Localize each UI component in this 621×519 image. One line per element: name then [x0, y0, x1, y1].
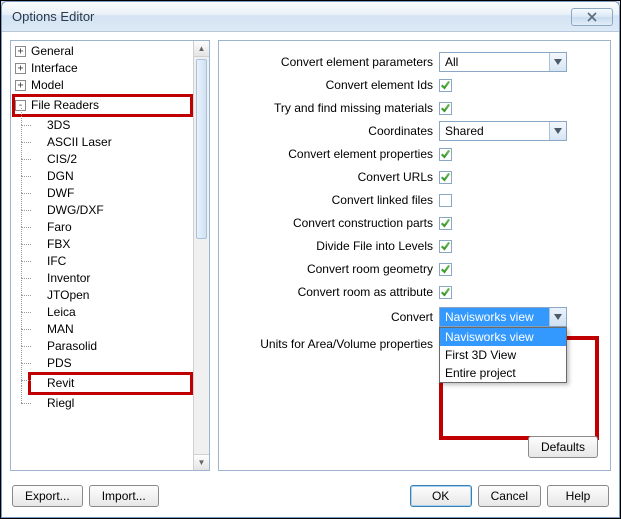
options-panel: Convert element parameters All Convert e… [218, 40, 611, 471]
defaults-button[interactable]: Defaults [528, 436, 598, 458]
tree-item-cis2[interactable]: CIS/2 [31, 151, 193, 168]
window-title: Options Editor [12, 9, 571, 24]
label-convert-ids: Convert element Ids [231, 78, 439, 92]
convert-option-navisworks[interactable]: Navisworks view [440, 328, 566, 346]
tree-item-inventor[interactable]: Inventor [31, 270, 193, 287]
label-convert-params: Convert element parameters [231, 55, 439, 69]
checkbox-find-missing[interactable] [439, 102, 452, 115]
expand-icon[interactable]: + [15, 80, 26, 91]
help-button[interactable]: Help [547, 485, 609, 507]
label-find-missing: Try and find missing materials [231, 101, 439, 115]
import-button[interactable]: Import... [89, 485, 159, 507]
tree-item-pds[interactable]: PDS [31, 355, 193, 372]
tree-item-parasolid[interactable]: Parasolid [31, 338, 193, 355]
tree-item-dwg-dxf[interactable]: DWG/DXF [31, 202, 193, 219]
tree-item-ifc[interactable]: IFC [31, 253, 193, 270]
tree-item-jtopen[interactable]: JTOpen [31, 287, 193, 304]
select-coordinates[interactable]: Shared [439, 121, 567, 141]
tree-item-general[interactable]: +General [15, 43, 193, 60]
label-room-geom: Convert room geometry [231, 262, 439, 276]
close-icon [587, 12, 597, 22]
scroll-thumb[interactable] [196, 59, 207, 239]
label-convert-urls: Convert URLs [231, 170, 439, 184]
expand-icon[interactable]: + [15, 63, 26, 74]
close-button[interactable] [571, 8, 613, 26]
tree-vscrollbar[interactable]: ▲ ▼ [193, 41, 209, 470]
checkbox-convert-urls[interactable] [439, 171, 452, 184]
tree-item-riegl[interactable]: Riegl [31, 395, 193, 412]
tree-item-faro[interactable]: Faro [31, 219, 193, 236]
footer: Export... Import... OK Cancel Help [2, 479, 619, 517]
chevron-down-icon [549, 308, 566, 326]
tree-panel: +General +Interface +Model -File Readers… [10, 40, 210, 471]
cancel-button[interactable]: Cancel [478, 485, 541, 507]
export-button[interactable]: Export... [12, 485, 83, 507]
convert-dropdown-list[interactable]: Navisworks view First 3D View Entire pro… [439, 327, 567, 383]
tree-item-model[interactable]: +Model [15, 77, 193, 94]
tree[interactable]: +General +Interface +Model -File Readers… [11, 41, 193, 470]
chevron-down-icon [549, 53, 566, 71]
tree-item-fbx[interactable]: FBX [31, 236, 193, 253]
content-area: +General +Interface +Model -File Readers… [2, 32, 619, 479]
tree-item-dgn[interactable]: DGN [31, 168, 193, 185]
titlebar[interactable]: Options Editor [2, 2, 619, 32]
tree-item-man[interactable]: MAN [31, 321, 193, 338]
convert-option-first-3d[interactable]: First 3D View [440, 346, 566, 364]
label-coordinates: Coordinates [231, 124, 439, 138]
tree-item-3ds[interactable]: 3DS [31, 117, 193, 134]
tree-item-ascii-laser[interactable]: ASCII Laser [31, 134, 193, 151]
convert-option-entire-project[interactable]: Entire project [440, 364, 566, 382]
options-editor-window: Options Editor +General +Interface +Mode… [1, 1, 620, 518]
checkbox-room-attr[interactable] [439, 286, 452, 299]
tree-item-file-readers[interactable]: -File Readers 3DS ASCII Laser CIS/2 DGN … [15, 94, 193, 412]
label-divide-levels: Divide File into Levels [231, 239, 439, 253]
tree-item-revit[interactable]: Revit [31, 372, 193, 395]
checkbox-convert-linked[interactable] [439, 194, 452, 207]
label-convert-linked: Convert linked files [231, 193, 439, 207]
label-room-attr: Convert room as attribute [231, 285, 439, 299]
select-convert-params[interactable]: All [439, 52, 567, 72]
checkbox-convert-ids[interactable] [439, 79, 452, 92]
label-convert-ctor: Convert construction parts [231, 216, 439, 230]
expand-icon[interactable]: + [15, 46, 26, 57]
checkbox-room-geom[interactable] [439, 263, 452, 276]
label-convert-props: Convert element properties [231, 147, 439, 161]
tree-item-interface[interactable]: +Interface [15, 60, 193, 77]
tree-item-dwf[interactable]: DWF [31, 185, 193, 202]
checkbox-convert-props[interactable] [439, 148, 452, 161]
ok-button[interactable]: OK [410, 485, 472, 507]
scroll-up-icon[interactable]: ▲ [194, 41, 209, 57]
select-convert[interactable]: Navisworks view [439, 307, 567, 327]
label-units: Units for Area/Volume properties [231, 337, 439, 351]
chevron-down-icon [549, 122, 566, 140]
label-convert: Convert [231, 307, 439, 324]
checkbox-convert-ctor[interactable] [439, 217, 452, 230]
tree-item-leica[interactable]: Leica [31, 304, 193, 321]
checkbox-divide-levels[interactable] [439, 240, 452, 253]
scroll-down-icon[interactable]: ▼ [194, 454, 209, 470]
